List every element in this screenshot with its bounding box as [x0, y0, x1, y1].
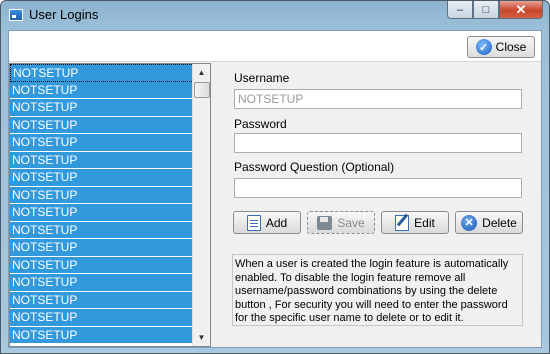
- maximize-icon: □: [482, 3, 490, 16]
- edit-button[interactable]: Edit: [381, 211, 449, 234]
- caption-buttons: ‒ □ ✕: [447, 1, 543, 19]
- edit-pencil-icon: [395, 214, 410, 231]
- user-list-scrollbar[interactable]: ▲ ▼: [192, 64, 210, 346]
- list-item[interactable]: NOTSETUP: [10, 151, 194, 169]
- check-icon: ✓: [475, 39, 492, 55]
- window-title: User Logins: [29, 7, 99, 22]
- close-icon: ✕: [515, 1, 527, 17]
- scroll-up-arrow-icon[interactable]: ▲: [193, 64, 210, 81]
- save-button[interactable]: Save: [307, 211, 375, 234]
- top-toolbar: ✓ Close: [9, 31, 541, 62]
- close-button-label: Close: [495, 40, 527, 54]
- list-item[interactable]: NOTSETUP: [10, 291, 194, 309]
- scroll-down-arrow-icon[interactable]: ▼: [193, 329, 210, 346]
- save-disk-icon: [317, 215, 333, 230]
- add-document-icon: [246, 214, 261, 231]
- user-list-items: NOTSETUP NOTSETUP NOTSETUP NOTSETUP NOTSETUP…: [10, 64, 194, 344]
- scroll-thumb[interactable]: [194, 82, 210, 98]
- list-item[interactable]: NOTSETUP: [10, 134, 194, 152]
- password-question-field[interactable]: [234, 178, 522, 198]
- close-button[interactable]: ✓ Close: [467, 36, 535, 58]
- add-button[interactable]: Add: [233, 211, 301, 234]
- delete-x-icon: ✕: [461, 214, 478, 231]
- list-item[interactable]: NOTSETUP: [10, 239, 194, 257]
- app-icon: [9, 9, 23, 21]
- list-item[interactable]: NOTSETUP: [10, 116, 194, 134]
- add-button-label: Add: [265, 215, 288, 230]
- username-label: Username: [234, 71, 290, 85]
- list-item[interactable]: NOTSETUP: [10, 186, 194, 204]
- list-item[interactable]: NOTSETUP: [10, 326, 194, 344]
- minimize-button[interactable]: ‒: [447, 1, 473, 19]
- list-item[interactable]: NOTSETUP: [10, 64, 194, 82]
- password-field[interactable]: [234, 133, 522, 153]
- list-item[interactable]: NOTSETUP: [10, 204, 194, 222]
- list-item[interactable]: NOTSETUP: [10, 274, 194, 292]
- title-bar[interactable]: User Logins ‒ □ ✕: [1, 1, 549, 29]
- edit-button-label: Edit: [414, 215, 435, 230]
- username-field[interactable]: NOTSETUP: [234, 89, 522, 109]
- user-list[interactable]: NOTSETUP NOTSETUP NOTSETUP NOTSETUP NOTSETUP…: [9, 63, 211, 347]
- delete-button-label: Delete: [482, 215, 517, 230]
- delete-button[interactable]: ✕ Delete: [455, 211, 523, 234]
- user-logins-window: User Logins ‒ □ ✕ ✓ Close NOTSETUP NOTSET…: [0, 0, 550, 354]
- password-label: Password: [234, 117, 287, 131]
- minimize-icon: ‒: [456, 3, 464, 16]
- password-question-label: Password Question (Optional): [234, 160, 395, 174]
- list-item[interactable]: NOTSETUP: [10, 169, 194, 187]
- list-item[interactable]: NOTSETUP: [10, 221, 194, 239]
- list-item[interactable]: NOTSETUP: [10, 81, 194, 99]
- save-button-label: Save: [337, 215, 365, 230]
- maximize-button[interactable]: □: [473, 1, 499, 19]
- info-text: When a user is created the login feature…: [232, 254, 523, 326]
- list-item[interactable]: NOTSETUP: [10, 99, 194, 117]
- window-close-button[interactable]: ✕: [499, 1, 543, 19]
- list-item[interactable]: NOTSETUP: [10, 256, 194, 274]
- client-area: ✓ Close NOTSETUP NOTSETUP NOTSETUP NOTSETUP…: [8, 30, 542, 348]
- list-item[interactable]: NOTSETUP: [10, 309, 194, 327]
